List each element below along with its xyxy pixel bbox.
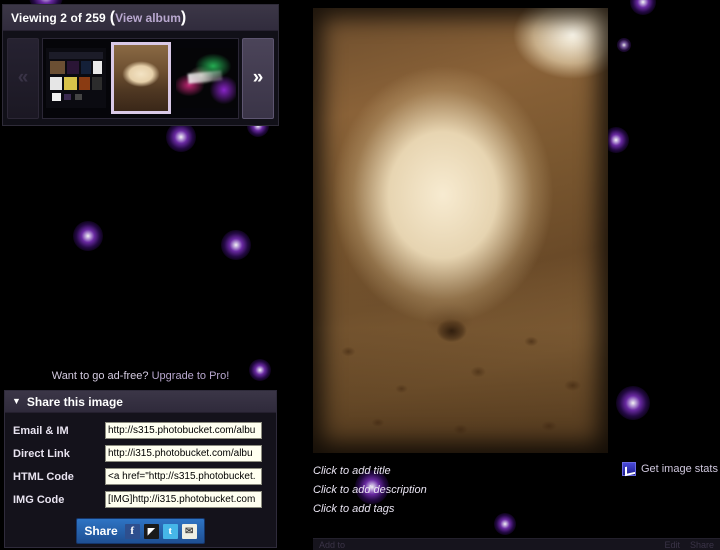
share-button[interactable]: Share f ◤ t ✉: [76, 518, 205, 544]
left-sidebar: Viewing 2 of 259 ( View album ) « » Want…: [0, 0, 281, 550]
sparkle-glow-7: [630, 0, 656, 15]
share-row-email: Email & IM: [5, 419, 276, 442]
upgrade-to-pro-link[interactable]: Upgrade to Pro!: [152, 370, 230, 382]
thumbnail-item-3[interactable]: [175, 48, 236, 108]
bottom-action-bar: Add to Edit Share: [313, 538, 720, 550]
previous-image-button[interactable]: «: [7, 37, 39, 119]
ad-free-promo: Want to go ad-free? Upgrade to Pro!: [0, 370, 281, 382]
myspace-icon[interactable]: ◤: [143, 523, 159, 539]
share-input-img-code[interactable]: [105, 491, 262, 508]
add-description-field[interactable]: Click to add description: [313, 481, 427, 500]
add-title-field[interactable]: Click to add title: [313, 462, 391, 481]
share-button-row: Share f ◤ t ✉: [5, 518, 276, 544]
share-row-img-code: IMG Code: [5, 488, 276, 511]
share-input-direct-link[interactable]: [105, 445, 262, 462]
image-navigation-panel: Viewing 2 of 259 ( View album ) « »: [2, 4, 279, 126]
share-button-label: Share: [84, 524, 118, 538]
share-panel-header[interactable]: ▼ Share this image: [5, 391, 276, 413]
bottom-edit-link[interactable]: Edit: [664, 540, 680, 550]
share-link-rows: Email & IM Direct Link HTML Code IMG Cod…: [5, 413, 276, 511]
share-label-email: Email & IM: [13, 424, 69, 437]
collage-thumbnail-art: [45, 48, 106, 108]
share-panel-title: Share this image: [26, 394, 123, 409]
bottom-right-links: Edit Share: [664, 540, 714, 550]
share-input-html-code[interactable]: [105, 468, 262, 485]
ad-promo-text: Want to go ad-free?: [51, 370, 149, 382]
next-image-button[interactable]: »: [242, 37, 274, 119]
sparkle-glow-8: [617, 38, 631, 52]
share-row-html-code: HTML Code: [5, 465, 276, 488]
thumbnail-item-2-selected[interactable]: [110, 42, 171, 114]
get-image-stats-link[interactable]: Get image stats: [621, 462, 718, 476]
thumbnail-item-1[interactable]: [45, 48, 106, 108]
get-image-stats-label: Get image stats: [640, 463, 718, 475]
share-label-direct-link: Direct Link: [13, 447, 70, 460]
navigation-header: Viewing 2 of 259 ( View album ): [3, 5, 278, 31]
share-this-image-panel: ▼ Share this image Email & IM Direct Lin…: [4, 390, 277, 548]
viewing-count-label: Viewing 2 of 259: [11, 10, 106, 25]
navigation-body: « »: [3, 31, 278, 125]
add-tags-field[interactable]: Click to add tags: [313, 500, 394, 519]
share-row-direct-link: Direct Link: [5, 442, 276, 465]
chevron-down-icon: ▼: [12, 396, 21, 406]
view-album-link[interactable]: View album: [115, 11, 181, 25]
sparkle-glow-10: [616, 386, 650, 420]
main-image[interactable]: [313, 8, 608, 453]
thumbnail-strip: [42, 37, 239, 119]
share-input-email[interactable]: [105, 422, 262, 439]
share-label-html-code: HTML Code: [13, 470, 74, 483]
close-paren: ): [180, 8, 187, 26]
email-icon[interactable]: ✉: [181, 523, 197, 539]
bottom-add-to-link[interactable]: Add to: [319, 540, 345, 550]
share-label-img-code: IMG Code: [13, 493, 65, 506]
facebook-icon[interactable]: f: [124, 523, 140, 539]
photo-vignette: [313, 8, 608, 453]
bottom-share-link[interactable]: Share: [690, 540, 714, 550]
twitter-icon[interactable]: t: [162, 523, 178, 539]
chart-icon: [621, 462, 636, 476]
